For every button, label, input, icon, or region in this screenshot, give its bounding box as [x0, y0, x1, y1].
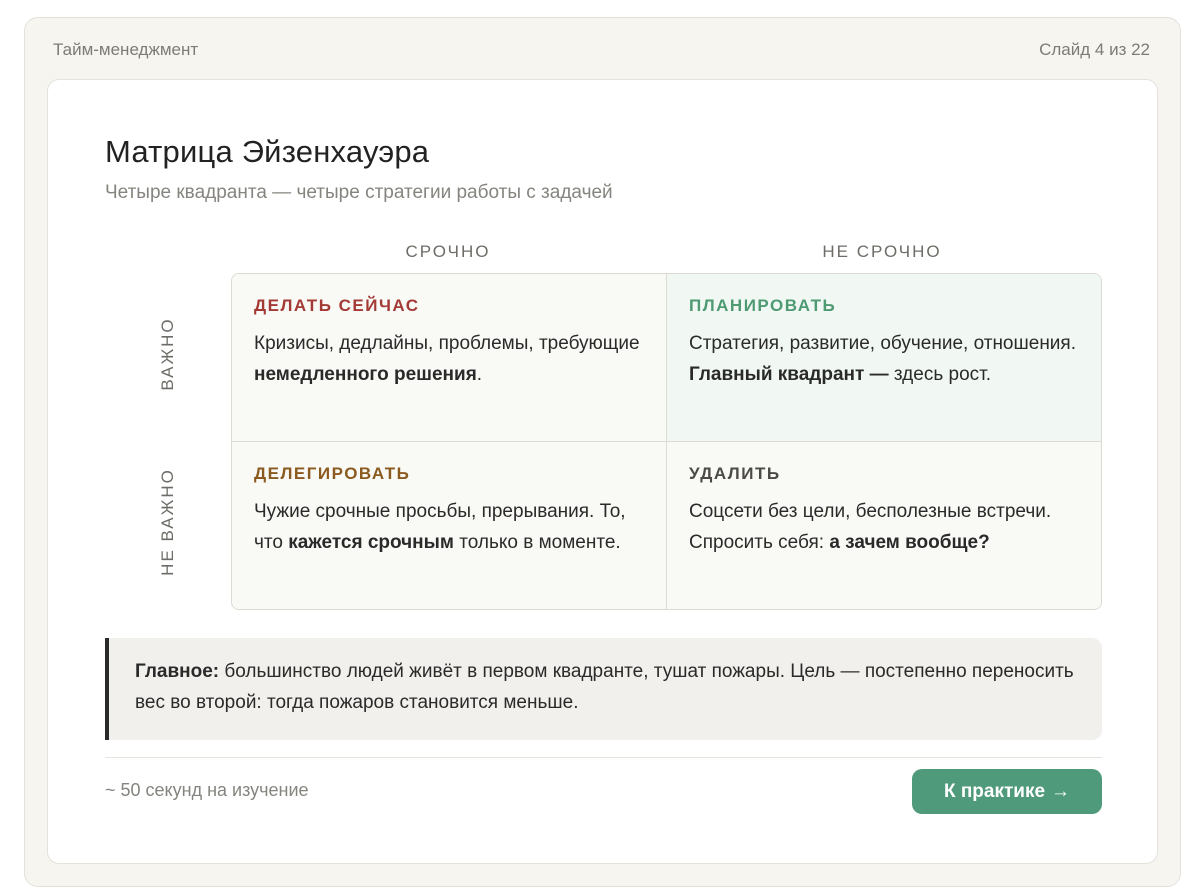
- page-title: Матрица Эйзенхауэра: [105, 134, 430, 169]
- cta-label: К практике: [943, 780, 1046, 802]
- course-title: Тайм-менеджмент: [53, 40, 199, 59]
- quadrant-delete: УДАЛИТЬ Соцсети без цели, бесполезные вс…: [667, 442, 1101, 609]
- quadrant-label: ДЕЛЕГИРОВАТЬ: [254, 464, 411, 483]
- quadrant-description: Стратегия, развитие, обучение, отношения…: [689, 333, 1076, 385]
- time-estimate: ~ 50 секунд на изучение: [105, 780, 309, 800]
- callout-text: большинство людей живёт в первом квадран…: [135, 661, 1074, 713]
- quadrant-plan: ПЛАНИРОВАТЬ Стратегия, развитие, обучени…: [667, 274, 1101, 442]
- quadrant-label: ДЕЛАТЬ СЕЙЧАС: [254, 296, 420, 315]
- key-takeaway-callout: Главное: большинство людей живёт в перво…: [105, 638, 1102, 740]
- slide-card: Матрица Эйзенхауэра Четыре квадранта — ч…: [47, 79, 1158, 864]
- quadrant-label: УДАЛИТЬ: [689, 464, 781, 483]
- slide-counter: Слайд 4 из 22: [1039, 40, 1150, 59]
- quadrant-do-now: ДЕЛАТЬ СЕЙЧАС Кризисы, дедлайны, проблем…: [232, 274, 667, 442]
- page-subtitle: Четыре квадранта — четыре стратегии рабо…: [105, 182, 613, 203]
- arrow-right-icon: →: [1051, 780, 1071, 802]
- quadrant-description: Соцсети без цели, бесполезные встречи. С…: [689, 501, 1052, 553]
- eisenhower-matrix: ДЕЛАТЬ СЕЙЧАС Кризисы, дедлайны, проблем…: [231, 273, 1102, 610]
- to-practice-button[interactable]: К практике →: [912, 769, 1102, 814]
- callout-heading: Главное:: [135, 661, 220, 682]
- quadrant-delegate: ДЕЛЕГИРОВАТЬ Чужие срочные просьбы, прер…: [232, 442, 667, 609]
- quadrant-description: Кризисы, дедлайны, проблемы, требующие н…: [254, 333, 640, 385]
- row-header-important: ВАЖНО: [158, 317, 177, 391]
- row-header-not-important: НЕ ВАЖНО: [158, 468, 177, 576]
- quadrant-description: Чужие срочные просьбы, прерывания. То, ч…: [254, 501, 626, 553]
- quadrant-label: ПЛАНИРОВАТЬ: [689, 296, 837, 315]
- column-header-urgent: СРОЧНО: [405, 242, 491, 261]
- slide-frame: Тайм-менеджмент Слайд 4 из 22 Матрица Эй…: [24, 17, 1181, 887]
- divider: [105, 757, 1102, 758]
- top-bar: Тайм-менеджмент Слайд 4 из 22: [53, 40, 1150, 60]
- column-header-not-urgent: НЕ СРОЧНО: [822, 242, 942, 261]
